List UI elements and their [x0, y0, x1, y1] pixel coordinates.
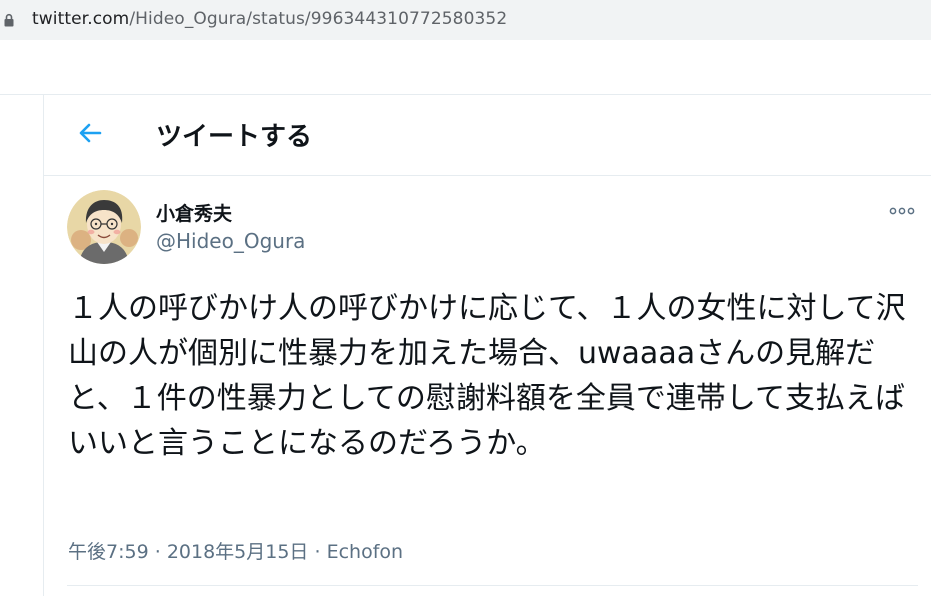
tweet-date[interactable]: 2018年5月15日: [167, 541, 309, 563]
more-horizontal-icon[interactable]: [888, 203, 916, 219]
url-text[interactable]: twitter.com/Hideo_Ogura/status/996344310…: [32, 9, 507, 29]
avatar[interactable]: [67, 190, 141, 264]
divider: [67, 585, 918, 586]
tweet-text: １人の呼びかけ人の呼びかけに応じて、１人の女性に対して沢山の人が個別に性暴力を加…: [68, 291, 906, 461]
tweet-page: ツイートする 小倉秀夫 @Hideo_Ogura １人の呼びかけ人の呼びかけに応…: [0, 40, 931, 596]
tweet-time[interactable]: 午後7:59: [68, 541, 149, 563]
tweet-meta: 午後7:59 · 2018年5月15日 · Echofon: [68, 537, 403, 564]
arrow-left-icon[interactable]: [76, 119, 104, 147]
address-bar[interactable]: twitter.com/Hideo_Ogura/status/996344310…: [0, 0, 931, 40]
tweet-source[interactable]: Echofon: [327, 541, 403, 563]
meta-separator: ·: [314, 541, 321, 563]
meta-separator: ·: [154, 541, 161, 563]
author-name[interactable]: 小倉秀夫: [156, 199, 232, 226]
lock-icon: [4, 13, 14, 27]
tweet-header: ツイートする: [44, 95, 931, 176]
author-handle[interactable]: @Hideo_Ogura: [156, 229, 305, 253]
url-host: twitter.com: [32, 9, 130, 29]
page-title: ツイートする: [156, 122, 313, 152]
url-path: /Hideo_Ogura/status/996344310772580352: [129, 9, 508, 29]
